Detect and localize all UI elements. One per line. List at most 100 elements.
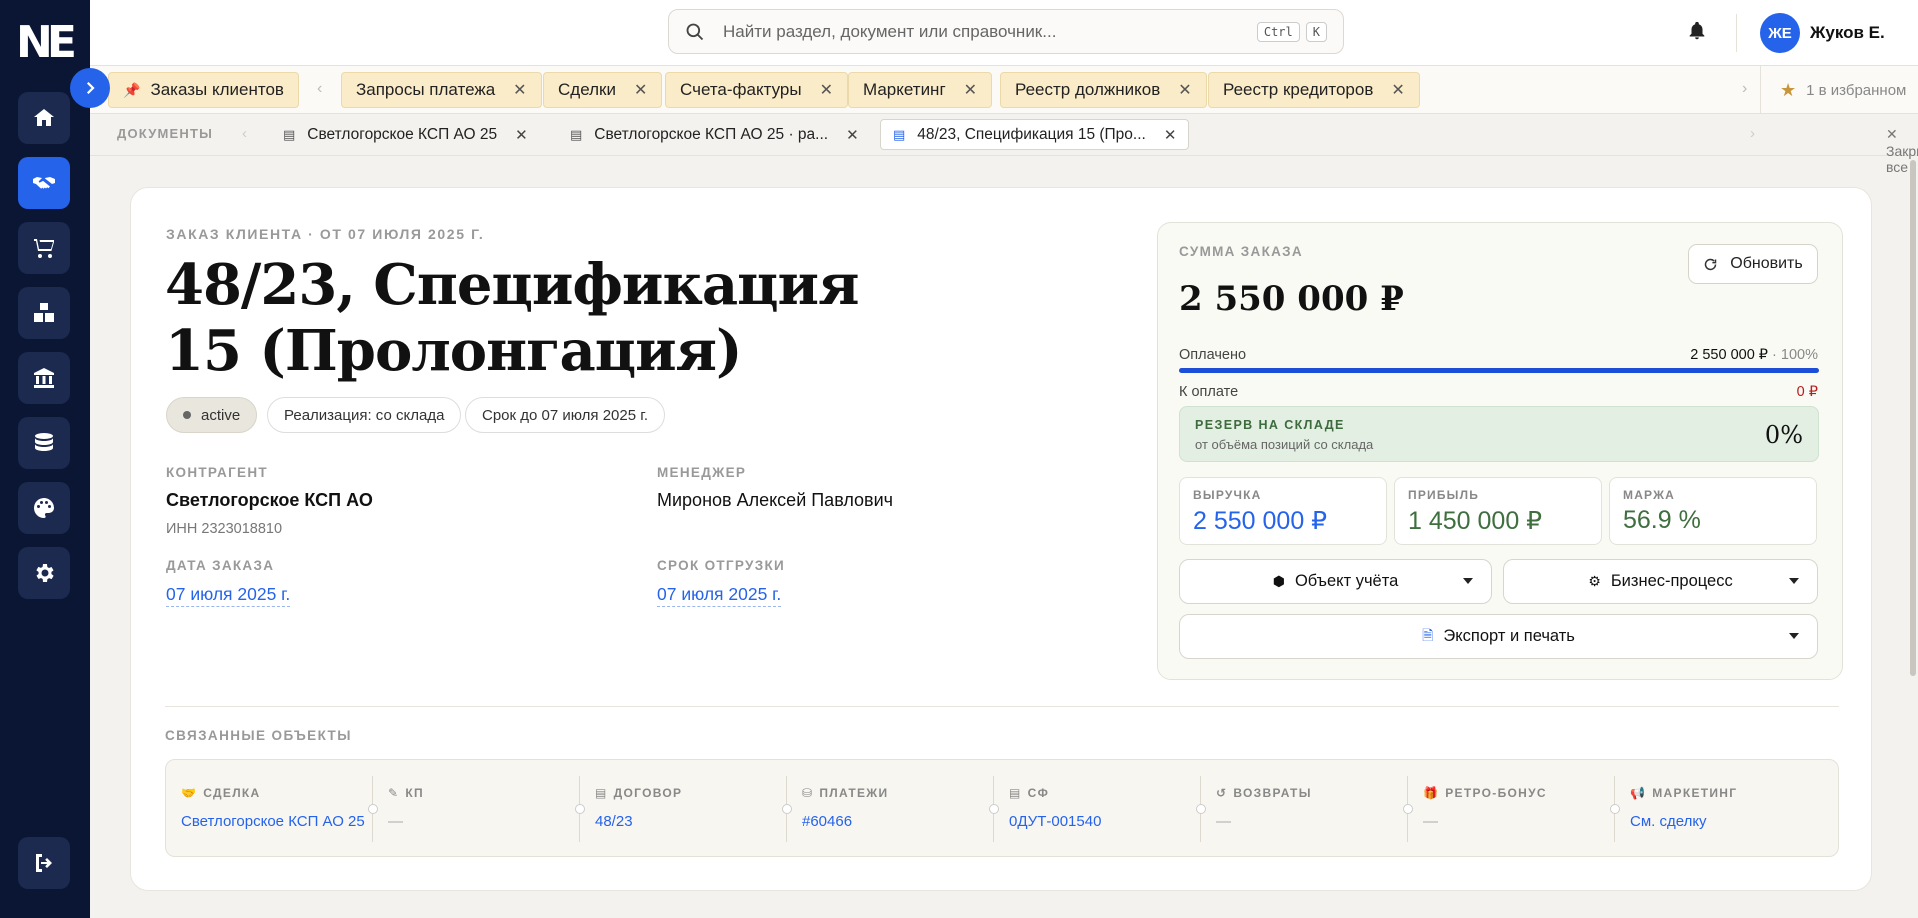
order-date-label: ДАТА ЗАКАЗА xyxy=(166,558,275,573)
doc-tab-1[interactable]: ▤ Светлогорское КСП АО 25 ✕ xyxy=(271,119,540,150)
tab-debtors[interactable]: Реестр должников ✕ xyxy=(1000,72,1207,108)
handshake-icon: 🤝 xyxy=(181,786,198,800)
related-value[interactable]: Светлогорское КСП АО 25 xyxy=(181,813,365,830)
related-proposal[interactable]: ✎ КП — xyxy=(373,760,585,858)
business-process-dropdown[interactable]: ⚙ Бизнес-процесс xyxy=(1503,559,1818,604)
related-label: РЕТРО-БОНУС xyxy=(1445,786,1547,800)
ship-date-link[interactable]: 07 июля 2025 г. xyxy=(657,584,782,607)
tab-invoices[interactable]: Счета-фактуры ✕ xyxy=(665,72,848,108)
refresh-button[interactable]: Обновить xyxy=(1688,244,1818,284)
sidebar-item-warehouse[interactable] xyxy=(18,287,70,339)
close-icon[interactable]: ✕ xyxy=(1391,80,1404,100)
chevron-right-icon xyxy=(86,81,95,95)
document-icon: ▤ xyxy=(595,786,608,800)
docs-scroll-left-icon[interactable]: ‹ xyxy=(242,125,247,142)
kpi-revenue: ВЫРУЧКА 2 550 000 ₽ xyxy=(1179,477,1387,545)
related-value[interactable]: 0ДУТ-001540 xyxy=(1009,813,1101,830)
search-placeholder: Найти раздел, документ или справочник... xyxy=(723,21,1057,41)
counterparty-label: КОНТРАГЕНТ xyxy=(166,465,268,480)
related-returns[interactable]: ↺ ВОЗВРАТЫ — xyxy=(1201,760,1413,858)
notifications-button[interactable] xyxy=(1686,20,1708,42)
doc-tab-label: Светлогорское КСП АО 25 xyxy=(307,125,498,143)
favorites-button[interactable]: ★ 1 в избранном xyxy=(1780,80,1906,101)
tab-pinned-customer-orders[interactable]: 📌 Заказы клиентов xyxy=(108,72,299,108)
palette-icon xyxy=(34,498,54,518)
search-input[interactable]: Найти раздел, документ или справочник...… xyxy=(668,9,1344,54)
related-value[interactable]: #60466 xyxy=(802,813,852,830)
logout-button[interactable] xyxy=(18,837,70,889)
close-icon[interactable]: ✕ xyxy=(1164,126,1177,144)
docs-scroll-right-icon[interactable]: › xyxy=(1750,125,1755,142)
related-value[interactable]: 48/23 xyxy=(595,813,633,830)
related-deal[interactable]: 🤝 СДЕЛКА Светлогорское КСП АО 25 xyxy=(166,760,378,858)
related-label: КП xyxy=(405,786,424,800)
close-icon[interactable]: ✕ xyxy=(1178,80,1191,100)
doc-tab-2[interactable]: ▤ Светлогорское КСП АО 25 · ра... ✕ xyxy=(558,119,871,150)
tab-payment-requests[interactable]: Запросы платежа ✕ xyxy=(341,72,542,108)
export-print-dropdown[interactable]: 🗎 Экспорт и печать xyxy=(1179,614,1818,659)
related-marketing[interactable]: 📢 МАРКЕТИНГ См. сделку xyxy=(1615,760,1822,858)
tab-label: Сделки xyxy=(558,80,616,99)
tabs-scroll-left-icon[interactable]: ‹ xyxy=(317,80,322,98)
close-icon[interactable]: ✕ xyxy=(513,80,526,100)
close-icon: ✕ xyxy=(1886,126,1898,142)
related-invoice[interactable]: ▤ СФ 0ДУТ-001540 xyxy=(994,760,1206,858)
order-date-link[interactable]: 07 июля 2025 г. xyxy=(166,584,291,607)
app-logo[interactable]: NE xyxy=(16,20,77,66)
close-icon[interactable]: ✕ xyxy=(820,80,833,100)
status-dot-icon xyxy=(183,411,191,419)
kpi-label: ВЫРУЧКА xyxy=(1193,488,1262,502)
related-contract[interactable]: ▤ ДОГОВОР 48/23 xyxy=(580,760,792,858)
related-label: МАРКЕТИНГ xyxy=(1652,786,1738,800)
sidebar: NE xyxy=(0,0,90,918)
tab-deals[interactable]: Сделки ✕ xyxy=(543,72,663,108)
summary-label: СУММА ЗАКАЗА xyxy=(1179,244,1303,259)
sidebar-item-database[interactable] xyxy=(18,417,70,469)
close-icon[interactable]: ✕ xyxy=(846,126,859,144)
sidebar-item-finance[interactable] xyxy=(18,352,70,404)
top-bar: Найти раздел, документ или справочник...… xyxy=(90,0,1918,66)
paid-percent: · 100% xyxy=(1772,347,1818,363)
user-name[interactable]: Жуков Е. xyxy=(1810,23,1885,43)
avatar[interactable]: ЖЕ xyxy=(1760,13,1800,53)
gears-icon: ⚙ xyxy=(1588,573,1601,589)
sidebar-expand-button[interactable] xyxy=(70,68,110,108)
pin-icon: 📌 xyxy=(123,81,141,98)
tab-label: Реестр должников xyxy=(1015,80,1161,99)
favorites-label: 1 в избранном xyxy=(1806,82,1907,99)
related-retro-bonus[interactable]: 🎁 РЕТРО-БОНУС — xyxy=(1408,760,1620,858)
sidebar-item-home[interactable] xyxy=(18,92,70,144)
tab-label: Маркетинг xyxy=(863,80,946,99)
dropdown-label: Бизнес-процесс xyxy=(1610,572,1733,590)
paid-amount: 2 550 000 ₽ xyxy=(1690,347,1769,363)
related-label: ВОЗВРАТЫ xyxy=(1233,786,1312,800)
sidebar-item-sales[interactable] xyxy=(18,157,70,209)
manager-label: МЕНЕДЖЕР xyxy=(657,465,747,480)
megaphone-icon: 📢 xyxy=(1630,786,1647,800)
related-value[interactable]: См. сделку xyxy=(1630,813,1707,830)
tabs-scroll-right-icon[interactable]: › xyxy=(1742,80,1747,98)
scrollbar[interactable] xyxy=(1910,160,1916,676)
sidebar-item-design[interactable] xyxy=(18,482,70,534)
sidebar-item-settings[interactable] xyxy=(18,547,70,599)
doc-tab-3[interactable]: ▤ 48/23, Спецификация 15 (Про... ✕ xyxy=(880,119,1190,150)
accounting-object-dropdown[interactable]: ⬢ Объект учёта xyxy=(1179,559,1492,604)
counterparty-name[interactable]: Светлогорское КСП АО xyxy=(166,490,373,511)
close-icon[interactable]: ✕ xyxy=(515,126,528,144)
gear-icon xyxy=(36,564,54,582)
order-kicker: ЗАКАЗ КЛИЕНТА · ОТ 07 ИЮЛЯ 2025 Г. xyxy=(166,226,485,242)
payment-progress-bar xyxy=(1179,368,1819,373)
doc-tab-label: 48/23, Спецификация 15 (Про... xyxy=(917,125,1146,143)
related-label: СДЕЛКА xyxy=(203,786,261,800)
close-icon[interactable]: ✕ xyxy=(634,80,647,100)
related-label: ДОГОВОР xyxy=(613,786,683,800)
tab-marketing[interactable]: Маркетинг ✕ xyxy=(848,72,993,108)
warehouse-reserve: РЕЗЕРВ НА СКЛАДЕ от объёма позиций со ск… xyxy=(1179,406,1819,462)
related-value: — xyxy=(388,813,403,830)
order-total: 2 550 000 ₽ xyxy=(1179,279,1404,319)
sidebar-item-purchases[interactable] xyxy=(18,222,70,274)
related-payments[interactable]: ⛁ ПЛАТЕЖИ #60466 xyxy=(787,760,999,858)
reserve-percent: 0% xyxy=(1764,421,1803,449)
close-icon[interactable]: ✕ xyxy=(964,80,977,100)
tab-creditors[interactable]: Реестр кредиторов ✕ xyxy=(1208,72,1420,108)
